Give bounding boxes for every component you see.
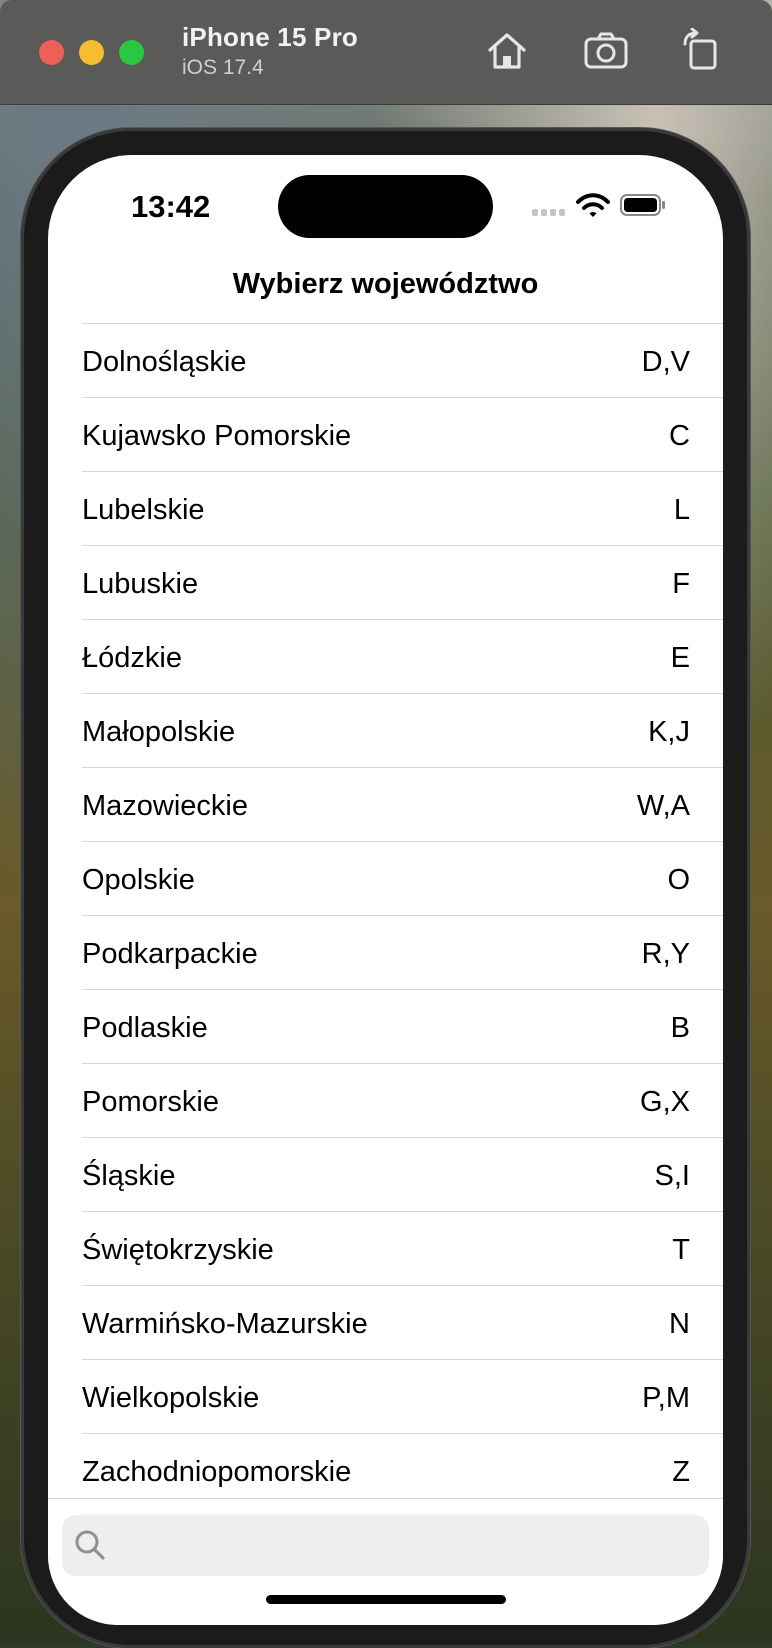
- list-item[interactable]: Lubelskie L: [82, 472, 723, 546]
- cellular-signal-icon: [532, 209, 565, 216]
- phone-screen: 13:42 Wybierz województwo Dolnośląskie D…: [48, 155, 723, 1625]
- list-item[interactable]: Lubuskie F: [82, 546, 723, 620]
- voivodeship-list[interactable]: Dolnośląskie D,V Kujawsko Pomorskie C Lu…: [82, 323, 723, 1508]
- zoom-window-button[interactable]: [119, 40, 144, 65]
- search-input[interactable]: [118, 1515, 702, 1578]
- voivodeship-name: Pomorskie: [82, 1086, 219, 1118]
- list-item[interactable]: Podlaskie B: [82, 990, 723, 1064]
- screenshot-icon: [584, 32, 628, 69]
- search-field[interactable]: [62, 1515, 709, 1578]
- home-indicator[interactable]: [266, 1595, 506, 1604]
- voivodeship-name: Zachodniopomorskie: [82, 1456, 352, 1488]
- search-icon: [75, 1530, 105, 1560]
- list-item[interactable]: Warmińsko-Mazurskie N: [82, 1286, 723, 1360]
- list-item[interactable]: Świętokrzyskie T: [82, 1212, 723, 1286]
- voivodeship-name: Kujawsko Pomorskie: [82, 420, 352, 452]
- rotate-icon: [683, 27, 717, 70]
- screenshot-button[interactable]: [583, 28, 629, 74]
- voivodeship-name: Śląskie: [82, 1160, 176, 1192]
- list-item[interactable]: Zachodniopomorskie Z: [82, 1434, 723, 1508]
- voivodeship-name: Wielkopolskie: [82, 1382, 260, 1414]
- plate-code: K,J: [648, 716, 690, 748]
- list-item[interactable]: Pomorskie G,X: [82, 1064, 723, 1138]
- plate-code: T: [672, 1234, 690, 1266]
- voivodeship-name: Podkarpackie: [82, 938, 258, 970]
- dynamic-island: [278, 175, 493, 238]
- plate-code: N: [669, 1308, 690, 1340]
- home-button[interactable]: [484, 28, 530, 74]
- voivodeship-name: Opolskie: [82, 864, 195, 896]
- voivodeship-name: Świętokrzyskie: [82, 1234, 274, 1266]
- plate-code: D,V: [641, 346, 690, 378]
- simulator-title-bar: iPhone 15 Pro iOS 17.4: [0, 0, 772, 105]
- rotate-button[interactable]: [677, 27, 723, 74]
- battery-icon: [620, 194, 665, 216]
- voivodeship-name: Łódzkie: [82, 642, 182, 674]
- list-item[interactable]: Dolnośląskie D,V: [82, 324, 723, 398]
- device-name: iPhone 15 Pro: [182, 22, 358, 52]
- plate-code: B: [670, 1012, 690, 1044]
- voivodeship-name: Lubelskie: [82, 494, 205, 526]
- home-icon: [488, 33, 526, 69]
- plate-code: C: [669, 420, 690, 452]
- plate-code: L: [673, 494, 690, 526]
- voivodeship-name: Lubuskie: [82, 568, 199, 600]
- search-bar: [48, 1498, 723, 1625]
- plate-code: R,Y: [641, 938, 690, 970]
- voivodeship-name: Małopolskie: [82, 716, 236, 748]
- voivodeship-name: Warmińsko-Mazurskie: [82, 1308, 368, 1340]
- page-title: Wybierz województwo: [232, 268, 539, 300]
- plate-code: G,X: [640, 1086, 690, 1118]
- voivodeship-name: Dolnośląskie: [82, 346, 247, 378]
- voivodeship-name: Podlaskie: [82, 1012, 208, 1044]
- minimize-window-button[interactable]: [79, 40, 104, 65]
- plate-code: Z: [672, 1456, 690, 1488]
- list-item[interactable]: Opolskie O: [82, 842, 723, 916]
- list-item[interactable]: Śląskie S,I: [82, 1138, 723, 1212]
- list-item[interactable]: Łódzkie E: [82, 620, 723, 694]
- voivodeship-name: Mazowieckie: [82, 790, 248, 822]
- wifi-icon: [576, 193, 610, 217]
- list-item[interactable]: Podkarpackie R,Y: [82, 916, 723, 990]
- close-window-button[interactable]: [39, 40, 64, 65]
- plate-code: P,M: [642, 1382, 690, 1414]
- list-item[interactable]: Mazowieckie W,A: [82, 768, 723, 842]
- plate-code: W,A: [636, 790, 690, 822]
- status-time: 13:42: [131, 189, 211, 224]
- os-version: iOS 17.4: [182, 56, 264, 79]
- list-item[interactable]: Małopolskie K,J: [82, 694, 723, 768]
- plate-code: F: [672, 568, 690, 600]
- list-item[interactable]: Wielkopolskie P,M: [82, 1360, 723, 1434]
- plate-code: E: [670, 642, 690, 674]
- plate-code: O: [667, 864, 690, 896]
- plate-code: S,I: [654, 1160, 690, 1192]
- list-item[interactable]: Kujawsko Pomorskie C: [82, 398, 723, 472]
